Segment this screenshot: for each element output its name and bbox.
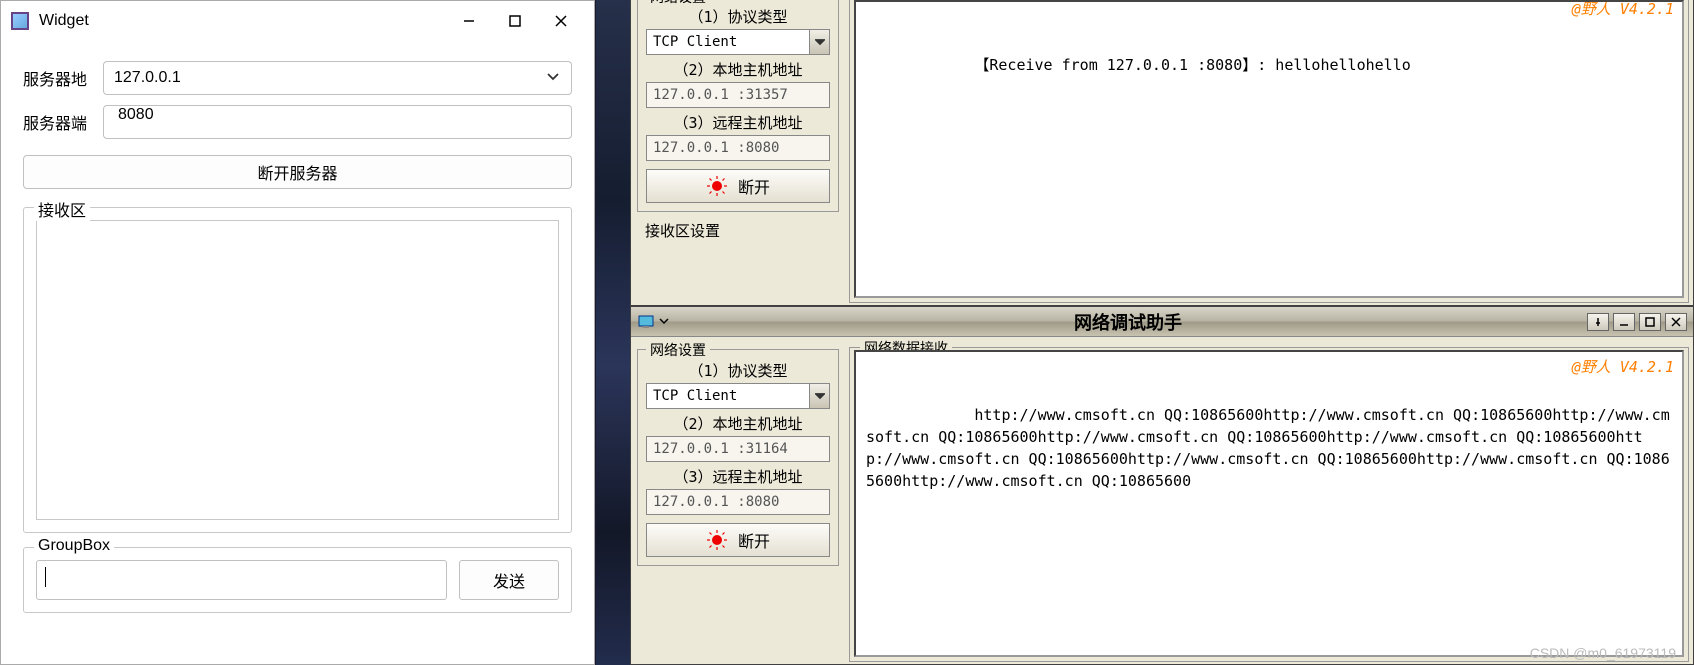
chevron-down-icon [809,30,829,54]
log-textarea-bottom[interactable]: @野人 V4.2.1 http://www.cmsoft.cn QQ:10865… [854,350,1684,657]
local-addr-input-bottom[interactable]: 127.0.0.1 :31164 [646,436,830,462]
net-settings-fieldset-bottom: 网络设置 （1）协议类型 TCP Client （2）本地主机地址 127.0.… [637,349,839,566]
widget-titlebar[interactable]: Widget [1,1,594,41]
local-addr-label-bottom: （2）本地主机地址 [638,413,838,434]
chevron-down-icon [545,68,561,89]
protocol-select-top[interactable]: TCP Client [646,29,830,55]
maximize-button[interactable] [1639,313,1661,331]
net-assist-window-top: 网络设置 （1）协议类型 TCP Client （2）本地主机地址 127.0.… [630,0,1694,306]
assist-titlebar[interactable]: 网络调试助手 [631,307,1693,337]
brand-label-top: @野人 V4.2.1 [1572,0,1674,20]
send-input[interactable] [36,560,447,600]
settings-panel-top: 网络设置 （1）协议类型 TCP Client （2）本地主机地址 127.0.… [631,0,845,305]
app-icon [11,12,29,30]
disconnect-button-top[interactable]: 断开 [646,169,830,203]
window-title: Widget [39,12,446,30]
remote-addr-input-bottom[interactable]: 127.0.0.1 :8080 [646,489,830,515]
net-settings-title-bottom: 网络设置 [646,340,710,360]
csdn-watermark: CSDN @m0_61973119 [1530,645,1676,661]
net-settings-fieldset-top: 网络设置 （1）协议类型 TCP Client （2）本地主机地址 127.0.… [637,0,839,212]
record-icon [706,175,728,197]
protocol-label-top: （1）协议类型 [638,6,838,27]
protocol-label-bottom: （1）协议类型 [638,360,838,381]
close-button[interactable] [538,6,584,36]
remote-addr-input-top[interactable]: 127.0.0.1 :8080 [646,135,830,161]
send-group-title: GroupBox [34,537,114,555]
assist-window-title: 网络调试助手 [669,309,1587,335]
send-button[interactable]: 发送 [459,560,559,600]
chevron-down-icon[interactable] [659,314,669,330]
net-settings-title-top: 网络设置 [646,0,710,7]
local-addr-input-top[interactable]: 127.0.0.1 :31357 [646,82,830,108]
local-addr-label-top: （2）本地主机地址 [638,59,838,80]
remote-addr-label-bottom: （3）远程主机地址 [638,466,838,487]
app-icon [637,313,655,331]
log-textarea-top[interactable]: @野人 V4.2.1 【Receive from 127.0.0.1 :8080… [854,0,1684,298]
pin-button[interactable] [1587,313,1609,331]
settings-panel-bottom: 网络设置 （1）协议类型 TCP Client （2）本地主机地址 127.0.… [631,337,845,664]
widget-window: Widget 服务器地 127.0.0.1 服务器端 8080 断开服务器 接收… [0,0,595,665]
receive-group: 接收区 [23,207,572,533]
server-addr-value: 127.0.0.1 [114,69,181,87]
protocol-select-bottom[interactable]: TCP Client [646,383,830,409]
maximize-button[interactable] [492,6,538,36]
receive-group-title: 接收区 [34,197,90,221]
chevron-down-icon [809,384,829,408]
brand-label-bottom: @野人 V4.2.1 [1572,356,1674,378]
log-panel-bottom: 网络数据接收 @野人 V4.2.1 http://www.cmsoft.cn Q… [845,337,1693,664]
server-port-row: 服务器端 8080 [23,105,572,139]
server-port-input[interactable]: 8080 [103,105,572,139]
server-addr-combo[interactable]: 127.0.0.1 [103,61,572,95]
remote-addr-label-top: （3）远程主机地址 [638,112,838,133]
desktop-background [596,0,630,665]
text-cursor [45,567,46,587]
recv-settings-label-top: 接收区设置 [637,216,839,241]
server-port-label: 服务器端 [23,110,103,134]
server-addr-label: 服务器地 [23,66,103,90]
receive-textarea[interactable] [36,220,559,520]
close-button[interactable] [1665,313,1687,331]
disconnect-button-bottom[interactable]: 断开 [646,523,830,557]
widget-body: 服务器地 127.0.0.1 服务器端 8080 断开服务器 接收区 Group… [1,41,594,627]
send-group: GroupBox 发送 [23,547,572,613]
minimize-button[interactable] [1613,313,1635,331]
disconnect-server-button[interactable]: 断开服务器 [23,155,572,189]
net-assist-window-bottom: 网络调试助手 网络设置 （1）协议类型 TCP Client （2）本地主机地址… [630,306,1694,665]
minimize-button[interactable] [446,6,492,36]
log-panel-top: 网络数据接收 @野人 V4.2.1 【Receive from 127.0.0.… [845,0,1693,305]
server-addr-row: 服务器地 127.0.0.1 [23,61,572,95]
record-icon [706,529,728,551]
